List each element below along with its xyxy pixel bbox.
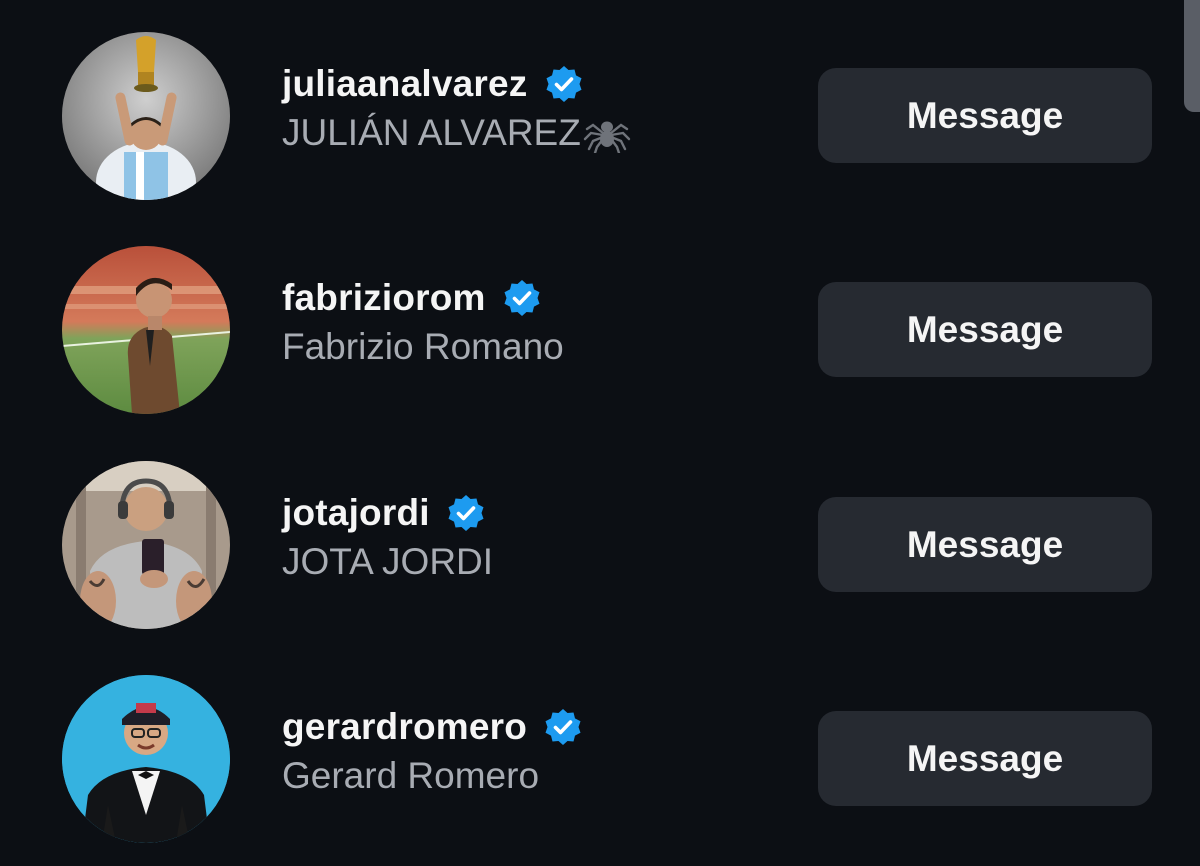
verified-badge-icon bbox=[502, 278, 542, 318]
list-item[interactable]: gerardromero Gerard Romero Message bbox=[0, 651, 1200, 865]
fullname-line: JULIÁN ALVAREZ bbox=[282, 110, 633, 156]
fullname-line: Fabrizio Romano bbox=[282, 324, 564, 370]
spider-icon bbox=[581, 113, 633, 153]
avatar-trophy-photo bbox=[62, 32, 230, 200]
avatar-tuxedo-photo bbox=[62, 675, 230, 843]
avatar-stadium-photo bbox=[62, 246, 230, 414]
verified-badge-icon bbox=[544, 64, 584, 104]
username[interactable]: fabriziorom bbox=[282, 277, 486, 319]
full-name: Fabrizio Romano bbox=[282, 326, 564, 367]
account-info: fabriziorom Fabrizio Romano bbox=[282, 274, 564, 370]
username-line: jotajordi bbox=[282, 489, 493, 537]
avatar[interactable] bbox=[62, 246, 230, 414]
message-button[interactable]: Message bbox=[818, 711, 1152, 806]
account-info: gerardromero Gerard Romero bbox=[282, 703, 583, 799]
account-info: juliaanalvarez JULIÁN ALVAREZ bbox=[282, 60, 633, 156]
avatar-gym-selfie-photo bbox=[62, 461, 230, 629]
avatar[interactable] bbox=[62, 461, 230, 629]
username-line: fabriziorom bbox=[282, 274, 564, 322]
verified-badge-icon bbox=[543, 707, 583, 747]
username[interactable]: gerardromero bbox=[282, 706, 527, 748]
fullname-line: JOTA JORDI bbox=[282, 539, 493, 585]
message-button[interactable]: Message bbox=[818, 68, 1152, 163]
message-button[interactable]: Message bbox=[818, 497, 1152, 592]
avatar[interactable] bbox=[62, 675, 230, 843]
scrollbar[interactable] bbox=[1184, 0, 1200, 112]
verified-badge-icon bbox=[446, 493, 486, 533]
list-item[interactable]: jotajordi JOTA JORDI Message bbox=[0, 437, 1200, 651]
account-list: juliaanalvarez JULIÁN ALVAREZ Message fa… bbox=[0, 0, 1200, 866]
list-item[interactable]: juliaanalvarez JULIÁN ALVAREZ Message bbox=[0, 8, 1200, 222]
fullname-line: Gerard Romero bbox=[282, 753, 583, 799]
message-button[interactable]: Message bbox=[818, 282, 1152, 377]
list-item[interactable]: fabriziorom Fabrizio Romano Message bbox=[0, 222, 1200, 436]
username[interactable]: juliaanalvarez bbox=[282, 63, 528, 105]
full-name: JOTA JORDI bbox=[282, 541, 494, 582]
full-name: Gerard Romero bbox=[282, 755, 540, 796]
username[interactable]: jotajordi bbox=[282, 492, 430, 534]
account-info: jotajordi JOTA JORDI bbox=[282, 489, 493, 585]
username-line: gerardromero bbox=[282, 703, 583, 751]
username-line: juliaanalvarez bbox=[282, 60, 633, 108]
full-name: JULIÁN ALVAREZ bbox=[282, 112, 581, 153]
avatar[interactable] bbox=[62, 32, 230, 200]
